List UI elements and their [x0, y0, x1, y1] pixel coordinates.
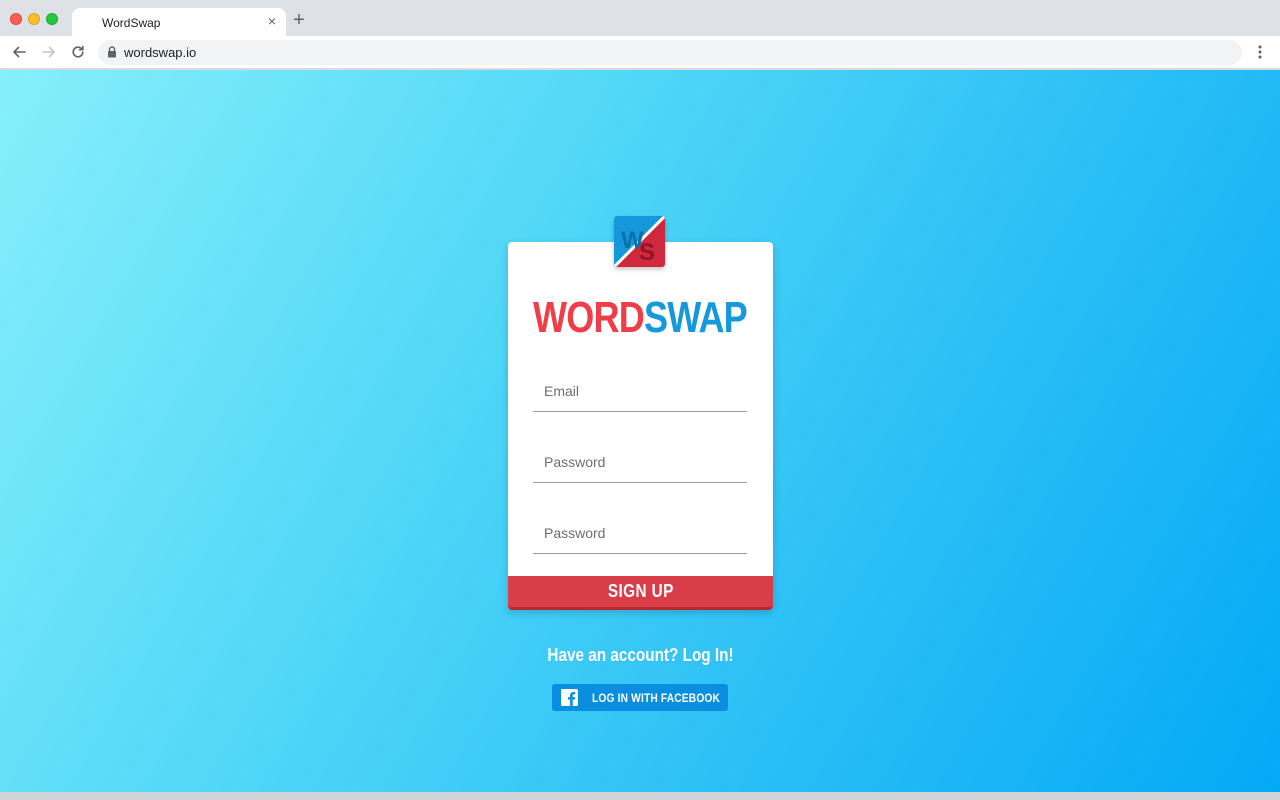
brand-swap: SWAP — [643, 293, 748, 342]
brand-wordmark: WORDSWAP — [533, 293, 748, 342]
reload-button[interactable] — [68, 42, 88, 62]
tab-title: WordSwap — [102, 16, 161, 30]
confirm-password-input[interactable] — [533, 512, 747, 553]
facebook-icon — [561, 689, 578, 706]
forward-button[interactable] — [39, 42, 59, 62]
browser-titlebar: WordSwap × + — [0, 0, 1280, 36]
lock-icon — [108, 46, 116, 58]
email-field — [533, 370, 747, 412]
more-vertical-icon — [1258, 45, 1262, 59]
window-bottom-edge — [0, 792, 1280, 800]
logo-graphic: W S — [614, 216, 665, 267]
arrow-left-icon — [13, 46, 26, 58]
browser-menu-button[interactable] — [1250, 42, 1270, 62]
tab-close-icon[interactable]: × — [268, 14, 276, 28]
arrow-right-icon — [42, 46, 55, 58]
svg-text:S: S — [639, 239, 655, 266]
browser-tab[interactable]: WordSwap × — [72, 8, 286, 36]
close-window-button[interactable] — [10, 13, 22, 25]
page-background: W S WORDSWAP SIGN UP Have an account? Lo… — [0, 70, 1280, 792]
minimize-window-button[interactable] — [28, 13, 40, 25]
new-tab-button[interactable]: + — [290, 10, 308, 30]
brand-word: WORD — [533, 293, 645, 342]
address-bar[interactable]: wordswap.io — [98, 40, 1242, 65]
email-input[interactable] — [533, 370, 747, 411]
signup-button[interactable]: SIGN UP — [508, 576, 773, 610]
url-text: wordswap.io — [124, 45, 197, 60]
facebook-login-label: LOG IN WITH FACEBOOK — [592, 691, 721, 705]
signup-button-label: SIGN UP — [607, 581, 674, 601]
maximize-window-button[interactable] — [46, 13, 58, 25]
password-input[interactable] — [533, 441, 747, 482]
reload-icon — [72, 45, 84, 58]
back-button[interactable] — [9, 42, 29, 62]
facebook-login-button[interactable]: LOG IN WITH FACEBOOK — [552, 684, 728, 711]
login-link[interactable]: Have an account? Log In! — [508, 645, 773, 666]
login-link-text: Have an account? Log In! — [547, 645, 734, 665]
password-field — [533, 441, 747, 483]
browser-toolbar: wordswap.io — [0, 36, 1280, 69]
confirm-password-field — [533, 512, 747, 554]
wordswap-logo-icon: W S — [614, 216, 665, 267]
